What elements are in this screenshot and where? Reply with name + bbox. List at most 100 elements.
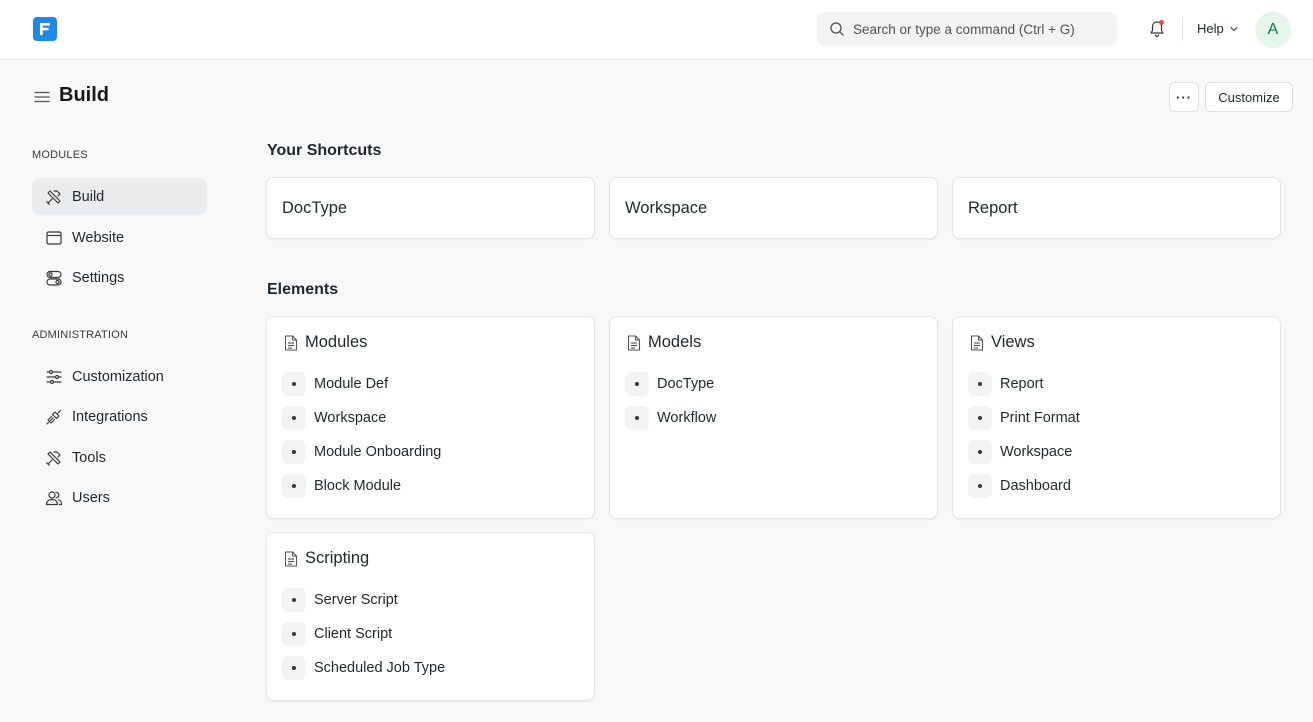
sidebar-section-label-modules: MODULES [32, 149, 88, 161]
bullet-icon [968, 440, 992, 464]
card-link-label: Report [1000, 376, 1044, 392]
notification-dot [1159, 20, 1164, 25]
document-icon [627, 334, 641, 351]
card-link-label: Block Module [314, 478, 402, 494]
sidebar-item-build[interactable]: Build [32, 178, 207, 215]
document-icon [970, 334, 984, 351]
shortcut-label: Report [968, 198, 1018, 217]
help-label: Help [1197, 21, 1224, 36]
card-link-server-script[interactable]: Server Script [282, 588, 398, 612]
bullet-icon [282, 588, 306, 612]
shortcuts-section-title: Your Shortcuts [267, 142, 382, 159]
card-link-report[interactable]: Report [968, 372, 1044, 396]
more-options-label: ··· [1176, 89, 1192, 105]
shortcut-report[interactable]: Report [952, 177, 1281, 239]
bullet-icon [282, 406, 306, 430]
card-link-label: Module Def [314, 376, 389, 392]
bullet-icon [282, 440, 306, 464]
customize-button[interactable]: Customize [1205, 82, 1293, 112]
document-icon [284, 334, 298, 351]
card-modules: Modules Module Def Workspace Module Onbo… [266, 316, 595, 519]
sidebar-item-integrations[interactable]: Integrations [32, 398, 207, 435]
bullet-icon [968, 372, 992, 396]
bullet-icon [282, 656, 306, 680]
card-header: Modules [284, 333, 367, 352]
shortcut-workspace[interactable]: Workspace [609, 177, 938, 239]
users-icon [45, 489, 63, 507]
sidebar-item-label: Settings [72, 269, 125, 286]
bullet-icon [625, 372, 649, 396]
bullet-icon [625, 406, 649, 430]
card-link-label: DocType [657, 376, 715, 392]
card-link-label: Client Script [314, 626, 393, 642]
card-scripting: Scripting Server Script Client Script Sc… [266, 532, 595, 701]
card-link-workspace[interactable]: Workspace [282, 406, 386, 430]
card-link-label: Scheduled Job Type [314, 660, 446, 676]
more-options-button[interactable]: ··· [1169, 82, 1199, 112]
card-link-print-format[interactable]: Print Format [968, 406, 1080, 430]
card-title: Models [648, 333, 702, 351]
sidebar-toggle-icon[interactable] [33, 88, 51, 106]
search-icon [829, 21, 845, 37]
sidebar-item-website[interactable]: Website [32, 219, 207, 256]
elements-section-title: Elements [267, 281, 339, 298]
card-header: Scripting [284, 549, 369, 568]
search-input[interactable] [853, 21, 1103, 37]
shortcut-doctype[interactable]: DocType [266, 177, 595, 239]
bullet-icon [282, 474, 306, 498]
sidebar-item-label: Customization [72, 368, 164, 385]
card-header: Views [970, 333, 1035, 352]
search-bar[interactable] [817, 12, 1117, 46]
card-header: Models [627, 333, 701, 352]
sidebar-item-label: Integrations [72, 408, 148, 425]
bullet-icon [968, 474, 992, 498]
customize-label: Customize [1218, 89, 1280, 105]
card-models: Models DocType Workflow [609, 316, 938, 519]
app-logo[interactable] [33, 17, 57, 41]
build-icon [45, 188, 63, 206]
sidebar-item-label: Tools [72, 449, 106, 466]
card-title: Scripting [305, 549, 370, 567]
bullet-icon [968, 406, 992, 430]
sidebar-section-label-administration: ADMINISTRATION [32, 329, 129, 341]
bullet-icon [282, 622, 306, 646]
card-link-dashboard[interactable]: Dashboard [968, 474, 1071, 498]
bullet-icon [282, 372, 306, 396]
sidebar-item-tools[interactable]: Tools [32, 439, 207, 476]
navbar-divider [1182, 17, 1183, 41]
notification-bell-icon[interactable] [1147, 19, 1167, 39]
navbar: Help A [0, 0, 1313, 60]
sidebar-item-customization[interactable]: Customization [32, 358, 207, 395]
card-link-label: Workflow [657, 410, 717, 426]
integrations-icon [45, 408, 63, 426]
settings-icon [45, 269, 63, 287]
card-link-label: Server Script [314, 592, 398, 608]
card-link-label: Workspace [1000, 444, 1073, 460]
card-title: Modules [305, 333, 368, 351]
card-link-scheduled-job-type[interactable]: Scheduled Job Type [282, 656, 445, 680]
tools-icon [45, 449, 63, 467]
card-title: Views [991, 333, 1035, 351]
customization-icon [45, 368, 63, 386]
card-link-workspace[interactable]: Workspace [968, 440, 1072, 464]
card-link-workflow[interactable]: Workflow [625, 406, 716, 430]
page-title: Build [59, 84, 109, 106]
card-link-module-onboarding[interactable]: Module Onboarding [282, 440, 441, 464]
card-link-label: Dashboard [1000, 478, 1071, 494]
sidebar-item-settings[interactable]: Settings [32, 259, 207, 296]
card-link-client-script[interactable]: Client Script [282, 622, 392, 646]
card-views: Views Report Print Format Workspace Dash… [952, 316, 1281, 519]
document-icon [284, 550, 298, 567]
card-link-doctype[interactable]: DocType [625, 372, 714, 396]
card-link-label: Module Onboarding [314, 444, 442, 460]
shortcut-label: Workspace [625, 198, 708, 217]
help-dropdown[interactable]: Help [1197, 21, 1239, 36]
sidebar-item-label: Website [72, 229, 125, 246]
user-avatar[interactable]: A [1255, 12, 1291, 48]
sidebar-item-label: Users [72, 489, 110, 506]
sidebar-item-users[interactable]: Users [32, 479, 207, 516]
card-link-label: Workspace [314, 410, 387, 426]
card-link-module-def[interactable]: Module Def [282, 372, 388, 396]
logo-icon [40, 23, 50, 35]
card-link-block-module[interactable]: Block Module [282, 474, 401, 498]
